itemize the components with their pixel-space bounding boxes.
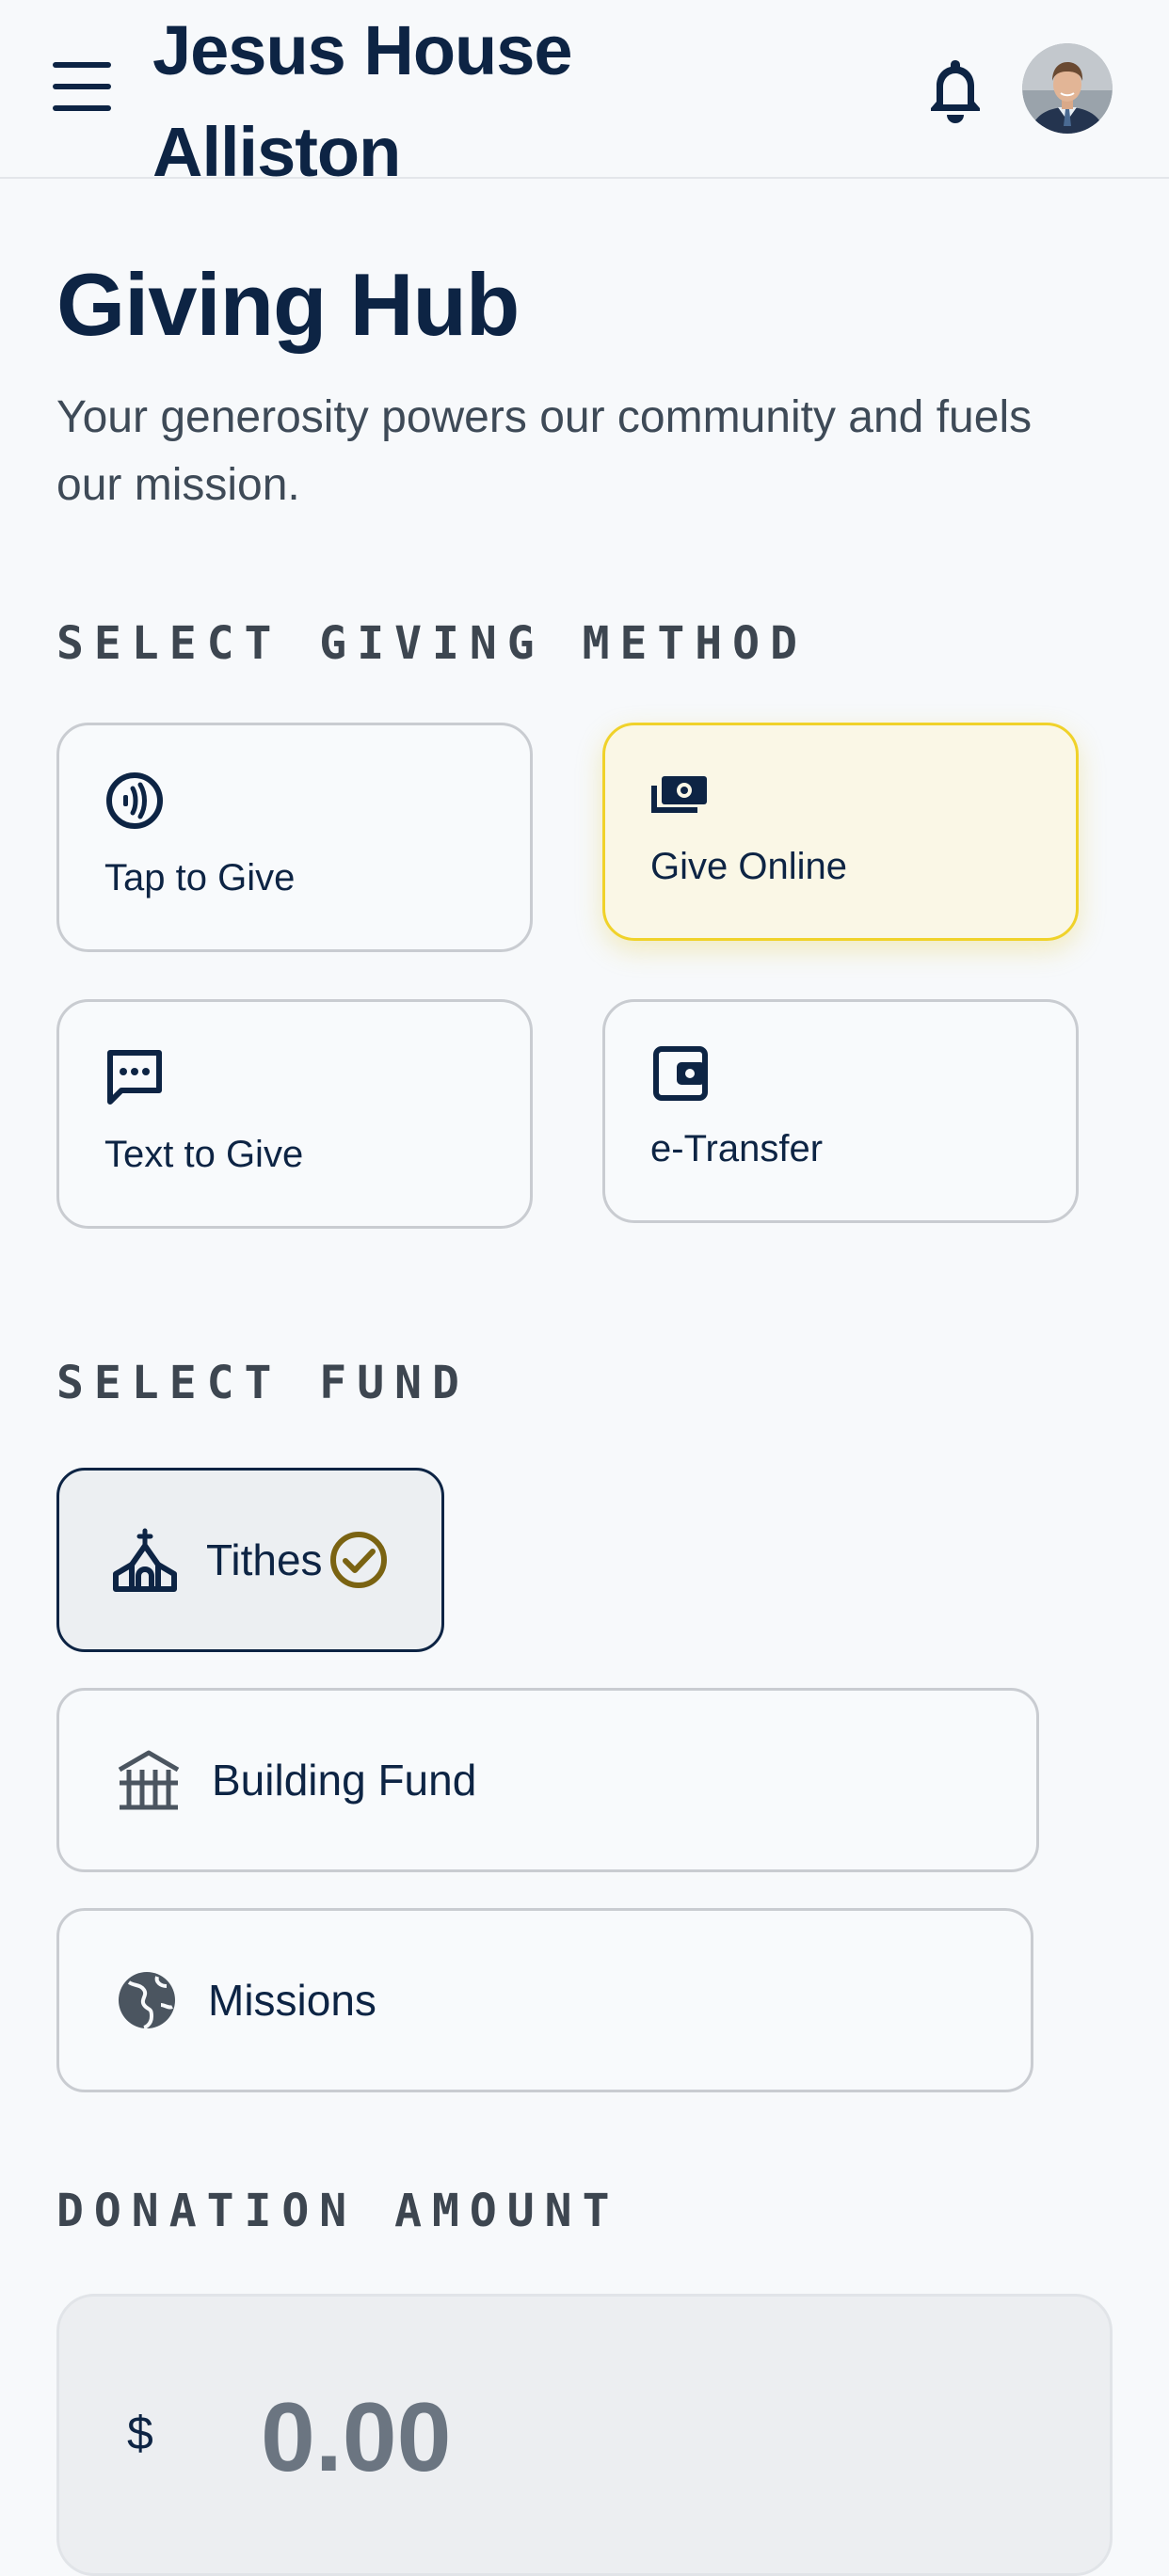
currency-symbol: $: [127, 2407, 153, 2459]
globe-icon: [119, 1972, 175, 2029]
top-app-bar: Jesus House Alliston: [0, 0, 1169, 191]
building-icon: [118, 1750, 180, 1810]
cash-icon: [651, 776, 707, 813]
menu-icon[interactable]: [53, 62, 111, 111]
bell-icon[interactable]: [922, 55, 988, 124]
fund-heading: SELECT FUND: [56, 1357, 470, 1409]
church-icon: [113, 1528, 177, 1592]
fund-building-fund[interactable]: Building Fund: [56, 1688, 1039, 1872]
method-label: Give Online: [650, 846, 847, 887]
method-label: e-Transfer: [650, 1128, 824, 1169]
method-label: Tap to Give: [104, 857, 296, 898]
fund-label: Building Fund: [212, 1756, 477, 1805]
method-e-transfer[interactable]: e-Transfer: [602, 999, 1079, 1223]
fund-label: Tithes: [206, 1535, 323, 1584]
method-text-to-give[interactable]: Text to Give: [56, 999, 533, 1229]
donation-amount-field[interactable]: $: [56, 2294, 1113, 2576]
method-label: Text to Give: [104, 1134, 304, 1175]
fund-label: Missions: [208, 1976, 376, 2025]
giving-method-heading: SELECT GIVING METHOD: [56, 617, 808, 670]
church-name: Jesus House Alliston: [152, 11, 573, 191]
chat-icon: [107, 1050, 162, 1105]
amount-input[interactable]: [261, 2381, 920, 2494]
method-give-online[interactable]: Give Online: [602, 723, 1079, 941]
donation-amount-heading: DONATION AMOUNT: [56, 2185, 620, 2237]
page-title: Giving Hub: [56, 255, 520, 354]
contactless-icon: [106, 772, 163, 829]
page-subtitle: Your generosity powers our community and…: [56, 392, 1033, 510]
method-tap-to-give[interactable]: Tap to Give: [56, 723, 533, 952]
fund-tithes[interactable]: Tithes: [56, 1468, 444, 1652]
fund-missions[interactable]: Missions: [56, 1908, 1033, 2092]
wallet-icon: [653, 1046, 708, 1101]
check-circle-icon: [330, 1532, 387, 1588]
user-avatar[interactable]: [1022, 43, 1113, 134]
